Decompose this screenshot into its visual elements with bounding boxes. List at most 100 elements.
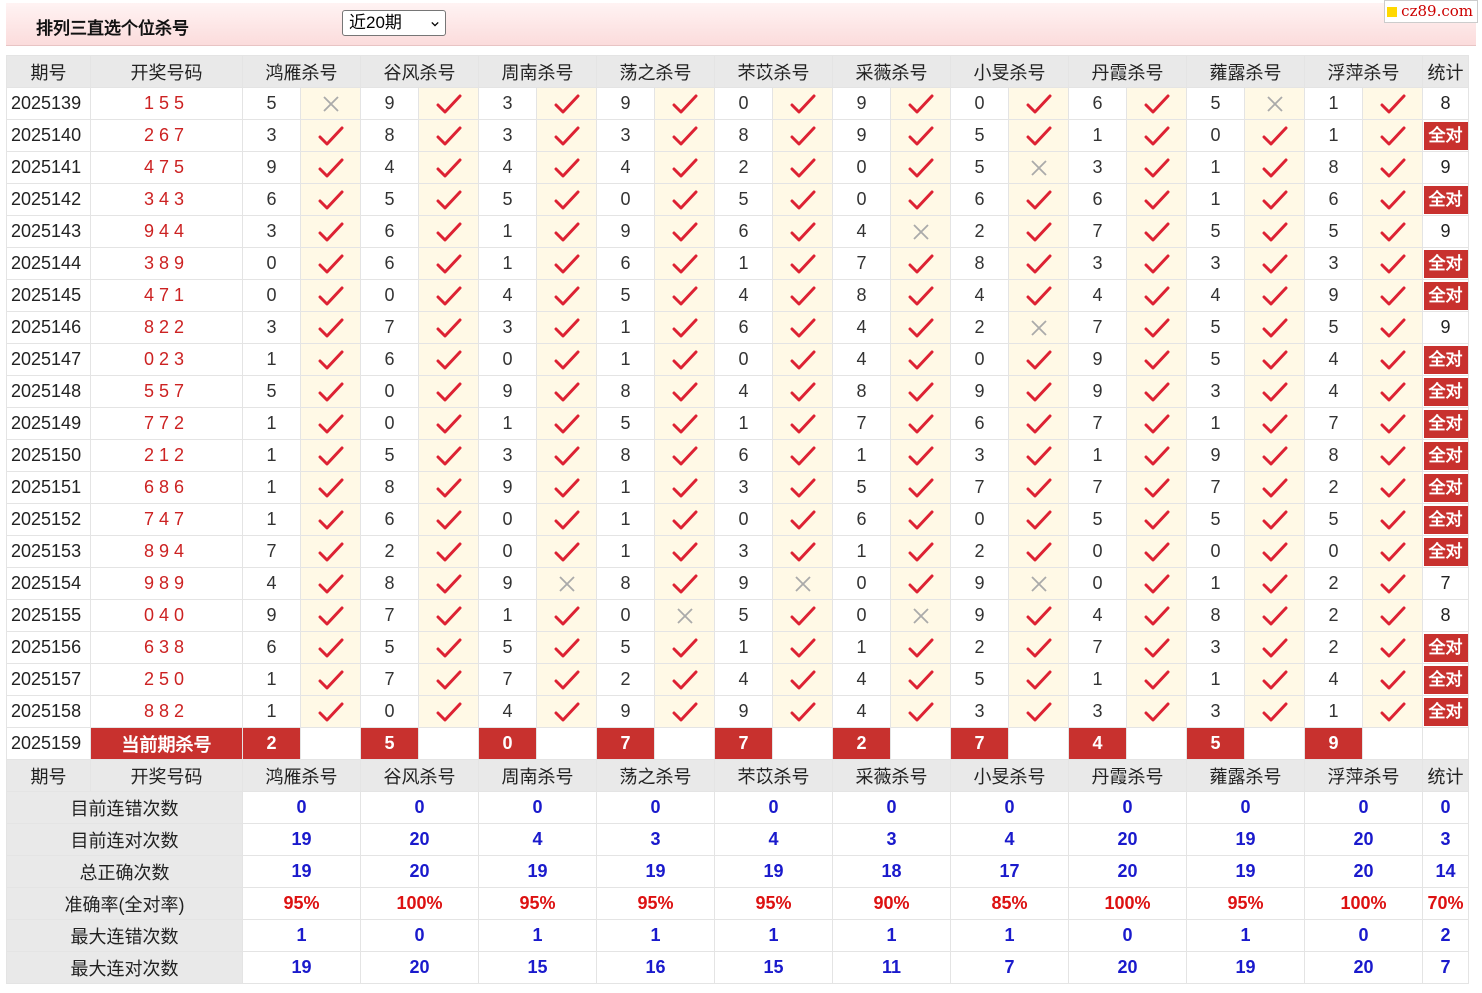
- kill-result: [1008, 279, 1069, 312]
- kill-result: [1008, 183, 1069, 216]
- summary-value: 95%: [714, 887, 833, 920]
- kill-result: [418, 407, 479, 440]
- kill-result: [300, 215, 361, 248]
- kill-number: 7: [1068, 407, 1127, 440]
- issue-number: 2025147: [6, 343, 91, 376]
- summary-value: 4: [478, 823, 597, 856]
- kill-result: [654, 567, 715, 600]
- kill-result: [418, 567, 479, 600]
- kill-result: [654, 663, 715, 696]
- cross-icon: [1030, 575, 1047, 592]
- current-kill-number: 4: [1068, 727, 1127, 760]
- check-icon: [1026, 94, 1051, 113]
- column-header-stats: 统计: [1422, 55, 1469, 88]
- check-icon: [1262, 158, 1287, 177]
- kill-result: [536, 535, 597, 568]
- kill-result: [418, 375, 479, 408]
- kill-number: 5: [596, 407, 655, 440]
- check-icon: [1144, 286, 1169, 305]
- page-title: 排列三直选个位杀号: [36, 19, 189, 38]
- check-icon: [1380, 670, 1405, 689]
- check-icon: [554, 254, 579, 273]
- kill-result: [1008, 375, 1069, 408]
- table-row: 2025148 557 5 0 9 8 4 8 9 9 3 4 全对: [6, 375, 1469, 408]
- kill-number: 5: [360, 631, 419, 664]
- kill-number: 3: [242, 215, 301, 248]
- kill-result: [536, 119, 597, 152]
- draw-number: 389: [90, 247, 243, 280]
- kill-number: 7: [360, 311, 419, 344]
- kill-result: [300, 599, 361, 632]
- cross-icon: [1030, 319, 1047, 336]
- kill-number: 6: [950, 407, 1009, 440]
- kill-result: [890, 535, 951, 568]
- all-correct-badge: 全对: [1423, 377, 1468, 406]
- summary-value: 20: [1304, 855, 1423, 888]
- check-icon: [1262, 414, 1287, 433]
- kill-number: 9: [596, 695, 655, 728]
- all-correct-badge: 全对: [1423, 537, 1468, 566]
- check-icon: [1380, 606, 1405, 625]
- kill-number: 9: [360, 87, 419, 120]
- check-icon: [1144, 702, 1169, 721]
- table-row: 2025147 023 1 6 0 1 0 4 0 9 5 4 全对: [6, 343, 1469, 376]
- summary-value: 100%: [1304, 887, 1423, 920]
- column-header-expert: 周南杀号: [478, 55, 597, 88]
- kill-number: 5: [1186, 503, 1245, 536]
- check-icon: [1380, 158, 1405, 177]
- period-select[interactable]: 近20期: [342, 10, 446, 36]
- summary-value: 15: [714, 951, 833, 984]
- kill-result: [536, 279, 597, 312]
- check-icon: [908, 510, 933, 529]
- table-row: 2025150 212 1 5 3 8 6 1 3 1 9 8 全对: [6, 439, 1469, 472]
- check-icon: [1380, 222, 1405, 241]
- summary-value: 0: [832, 791, 951, 824]
- current-kill-number: 5: [360, 727, 419, 760]
- kill-number: 0: [950, 343, 1009, 376]
- summary-value: 0: [360, 919, 479, 952]
- kill-result: [1362, 471, 1423, 504]
- kill-result: [1126, 503, 1187, 536]
- check-icon: [1026, 702, 1051, 721]
- kill-number: 3: [1304, 247, 1363, 280]
- kill-result: [300, 247, 361, 280]
- check-icon: [1144, 222, 1169, 241]
- kill-number: 6: [1068, 87, 1127, 120]
- check-icon: [1380, 446, 1405, 465]
- kill-number: 9: [242, 599, 301, 632]
- check-icon: [436, 286, 461, 305]
- check-icon: [1026, 510, 1051, 529]
- kill-number: 9: [950, 375, 1009, 408]
- check-icon: [554, 510, 579, 529]
- kill-number: 7: [360, 663, 419, 696]
- check-icon: [672, 222, 697, 241]
- kill-result: [772, 567, 833, 600]
- period-select-value: 近20期: [349, 13, 402, 32]
- cross-icon: [322, 95, 339, 112]
- kill-result: [1008, 695, 1069, 728]
- kill-number: 1: [242, 407, 301, 440]
- kill-number: 4: [832, 343, 891, 376]
- kill-number: 9: [1304, 279, 1363, 312]
- check-icon: [436, 606, 461, 625]
- check-icon: [1144, 126, 1169, 145]
- issue-number: 2025146: [6, 311, 91, 344]
- kill-result: [300, 87, 361, 120]
- kill-result: [1362, 663, 1423, 696]
- current-kill-result: [772, 727, 833, 760]
- check-icon: [1026, 382, 1051, 401]
- check-icon: [1262, 670, 1287, 689]
- kill-number: 6: [596, 247, 655, 280]
- table-row: 2025139 155 5 9 3 9 0 9 0 6 5 1 8: [6, 87, 1469, 120]
- table-header-row: 期号 开奖号码 鸿雁杀号 谷风杀号 周南杀号 荡之杀号 芣苡杀号 采薇杀号 小旻杀号 丹霞杀号 蕹露…: [6, 55, 1469, 88]
- kill-number: 1: [478, 215, 537, 248]
- summary-value: 20: [360, 823, 479, 856]
- kill-number: 1: [1068, 119, 1127, 152]
- check-icon: [790, 606, 815, 625]
- check-icon: [436, 158, 461, 177]
- kill-result: [772, 215, 833, 248]
- draw-number: 772: [90, 407, 243, 440]
- kill-result: [1362, 695, 1423, 728]
- kill-result: [1244, 631, 1305, 664]
- check-icon: [436, 382, 461, 401]
